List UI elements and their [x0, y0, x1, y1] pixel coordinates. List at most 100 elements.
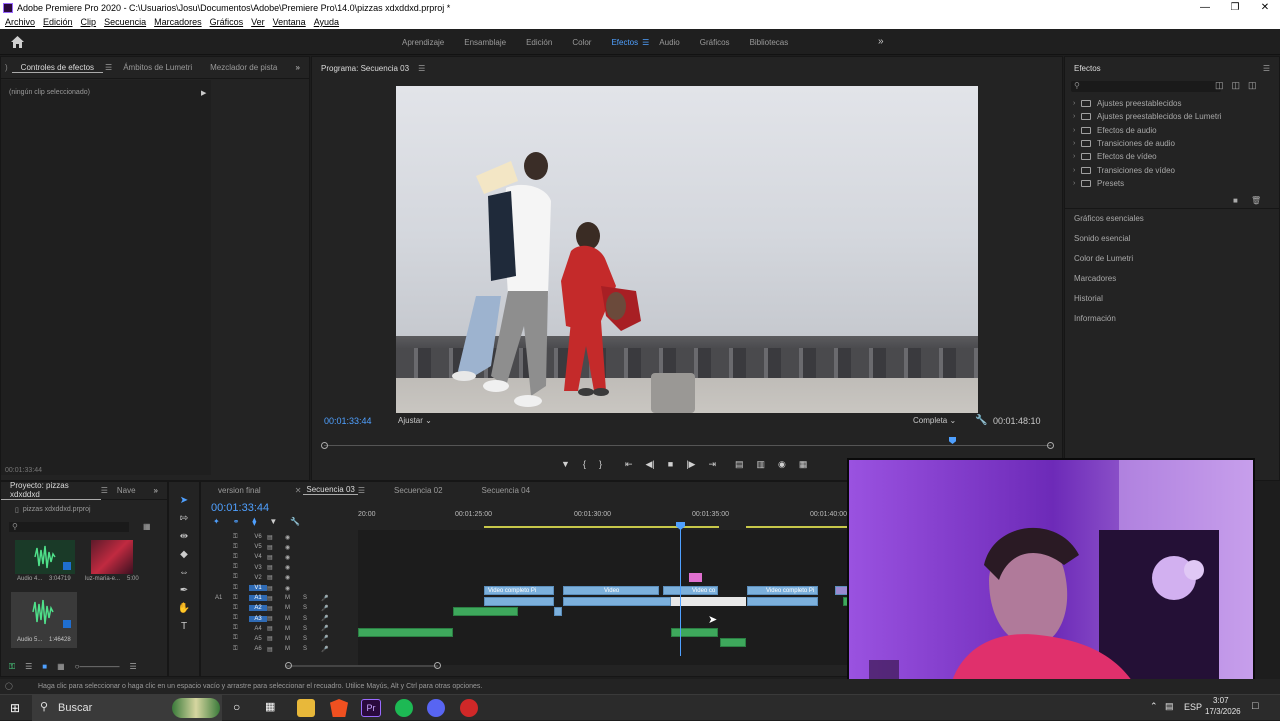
playhead-handle[interactable]: [676, 522, 685, 530]
sync-lock-icon[interactable]: ▤: [267, 615, 285, 622]
task-view-icon[interactable]: ▦: [265, 700, 275, 713]
eye-icon[interactable]: ◉: [285, 564, 290, 571]
cortana-icon[interactable]: ○: [233, 700, 240, 714]
insert-icon[interactable]: ⧫: [252, 517, 256, 526]
freeform-view-icon[interactable]: ▦: [57, 662, 65, 672]
menu-clip[interactable]: Clip: [81, 17, 97, 27]
ws-tab-edicion[interactable]: Edición: [516, 38, 562, 47]
tab-lumetri-scopes[interactable]: Ámbitos de Lumetri: [114, 63, 201, 72]
compare-view-icon[interactable]: ▦: [799, 459, 808, 470]
ws-tab-aprendizaje[interactable]: Aprendizaje: [392, 38, 454, 47]
panel-menu-icon[interactable]: ☰: [101, 486, 108, 495]
more-workspaces-icon[interactable]: »: [878, 36, 884, 47]
slip-icon[interactable]: ⇔: [179, 567, 189, 578]
snap-icon[interactable]: ✦: [213, 517, 220, 526]
lock-icon[interactable]: ⚿: [233, 574, 249, 581]
audio-clip[interactable]: [671, 628, 718, 637]
mic-icon[interactable]: 🎤: [321, 646, 328, 653]
effects-folder[interactable]: › Ajustes preestablecidos de Lumetri: [1065, 110, 1279, 123]
section-history[interactable]: Historial: [1065, 289, 1279, 309]
clock-date[interactable]: 17/3/2026: [1205, 707, 1241, 716]
tab-effect-controls[interactable]: Controles de efectos: [11, 63, 104, 73]
close-button[interactable]: ✕: [1250, 0, 1280, 15]
solo-button[interactable]: S: [303, 626, 321, 632]
video-clip[interactable]: Video co: [663, 586, 718, 595]
lift-icon[interactable]: ▤: [735, 459, 744, 470]
video-clip[interactable]: Video completo Pi: [484, 586, 554, 595]
tab-sequence[interactable]: version final: [201, 486, 261, 495]
razor-icon[interactable]: ◆: [180, 549, 188, 560]
playhead-marker[interactable]: [949, 437, 956, 444]
eye-icon[interactable]: ◉: [285, 544, 290, 551]
ripple-edit-icon[interactable]: ⇹: [180, 531, 188, 542]
scrub-bar[interactable]: [324, 445, 1051, 446]
ws-tab-efectos[interactable]: Efectos: [601, 38, 648, 47]
sync-lock-icon[interactable]: ▤: [267, 574, 285, 581]
mic-icon[interactable]: 🎤: [321, 615, 328, 622]
32bit-effects-icon[interactable]: ◫: [1232, 80, 1241, 91]
notifications-icon[interactable]: □: [1252, 700, 1259, 712]
menu-ventana[interactable]: Ventana: [273, 17, 306, 27]
taskbar-search[interactable]: ⚲ Buscar: [32, 695, 222, 721]
mute-button[interactable]: M: [285, 646, 303, 652]
mute-button[interactable]: M: [285, 595, 303, 601]
sync-lock-icon[interactable]: ▤: [267, 544, 285, 551]
menu-archivo[interactable]: Archivo: [5, 17, 35, 27]
close-tab-icon[interactable]: ✕: [261, 486, 304, 495]
menu-ver[interactable]: Ver: [251, 17, 265, 27]
section-essential-sound[interactable]: Sonido esencial: [1065, 229, 1279, 249]
solo-button[interactable]: S: [303, 605, 321, 611]
tab-sequence[interactable]: Secuencia 02: [385, 486, 451, 495]
hamburger-icon[interactable]: ☰: [642, 38, 649, 47]
wrench-icon[interactable]: 🔧: [975, 415, 987, 426]
quality-select[interactable]: Completa ⌄: [913, 416, 956, 425]
sync-lock-icon[interactable]: ▤: [267, 554, 285, 561]
panel-menu-icon[interactable]: ☰: [358, 486, 385, 495]
effects-folder[interactable]: › Presets: [1065, 177, 1279, 190]
lock-icon[interactable]: ⚿: [233, 534, 249, 541]
zoom-scrollbar-handle[interactable]: [285, 662, 292, 669]
linked-selection-icon[interactable]: ⚭: [233, 517, 240, 526]
extract-icon[interactable]: ▥: [757, 459, 766, 470]
audio-clip[interactable]: [358, 628, 453, 637]
video-clip[interactable]: Video completo Pi: [747, 586, 818, 595]
lock-icon[interactable]: ⚿: [233, 544, 249, 551]
new-bin-icon[interactable]: ▦: [143, 522, 151, 531]
section-markers[interactable]: Marcadores: [1065, 269, 1279, 289]
audio-clip[interactable]: [563, 597, 671, 606]
panel-menu-icon[interactable]: ☰: [103, 63, 114, 72]
tab-sequence[interactable]: Secuencia 04: [452, 486, 539, 495]
video-clip[interactable]: Video: [563, 586, 659, 595]
audio-clip[interactable]: [453, 607, 518, 616]
sync-lock-icon[interactable]: ▤: [267, 625, 285, 632]
lock-icon[interactable]: ⚿: [9, 662, 15, 672]
mic-icon[interactable]: 🎤: [321, 595, 328, 602]
eye-icon[interactable]: ◉: [285, 574, 290, 581]
lock-icon[interactable]: ⚿: [233, 564, 249, 571]
premiere-taskbar-icon[interactable]: Pr: [361, 699, 381, 717]
mark-in-icon[interactable]: {: [583, 459, 586, 470]
audio-clip[interactable]: [554, 607, 562, 616]
audio-clip[interactable]: [747, 597, 818, 606]
sync-lock-icon[interactable]: ▤: [267, 646, 285, 653]
scrub-in-handle[interactable]: [321, 442, 328, 449]
track-area[interactable]: Video completo Pi Video Video co Video c…: [358, 522, 851, 665]
selection-tool-icon[interactable]: ➤: [180, 495, 188, 506]
stop-icon[interactable]: ■: [668, 459, 673, 470]
play-only-icon[interactable]: ▶: [201, 89, 206, 97]
camera-icon[interactable]: ◉: [778, 459, 786, 470]
app-icon[interactable]: [460, 699, 478, 717]
tab-project[interactable]: Proyecto: pizzas xdxddxd: [1, 481, 101, 500]
panel-left-arrow-icon[interactable]: ): [1, 63, 12, 72]
add-marker-icon[interactable]: ▼: [561, 459, 570, 470]
playhead-line[interactable]: [680, 526, 681, 656]
tray-chevron-icon[interactable]: ⌃: [1150, 701, 1158, 712]
ws-tab-graficos[interactable]: Gráficos: [690, 38, 740, 47]
zoom-scrollbar-handle[interactable]: [434, 662, 441, 669]
mic-icon[interactable]: 🎤: [321, 635, 328, 642]
effects-folder[interactable]: › Transiciones de vídeo: [1065, 163, 1279, 176]
sync-lock-icon[interactable]: ▤: [267, 534, 285, 541]
graphic-clip[interactable]: [689, 573, 702, 582]
pen-icon[interactable]: ✒: [180, 585, 188, 596]
ws-tab-audio[interactable]: Audio: [649, 38, 689, 47]
